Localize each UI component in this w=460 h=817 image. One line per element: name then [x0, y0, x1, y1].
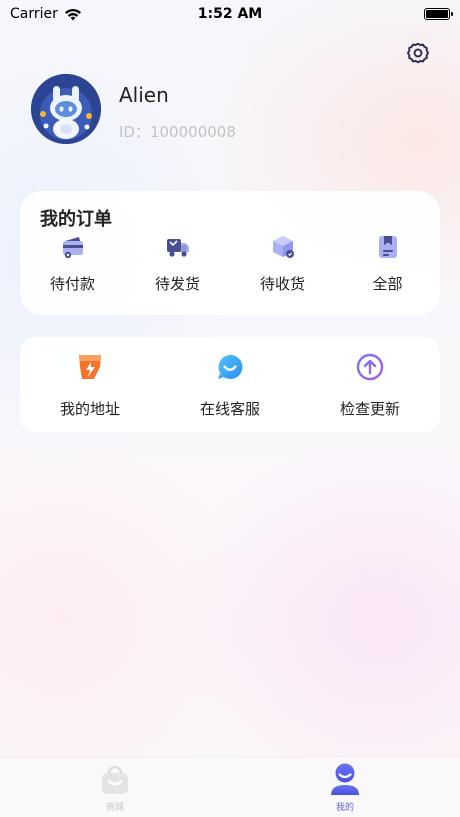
tab-bar: 商城 我的	[0, 756, 460, 817]
package-icon	[269, 233, 297, 261]
document-icon	[374, 233, 402, 261]
carrier-label: Carrier	[10, 6, 58, 22]
order-label: 待发货	[154, 275, 200, 293]
tools-card: 我的地址 在线客服 检查更新	[20, 337, 440, 432]
tool-items: 我的地址 在线客服 检查更新	[20, 351, 440, 419]
status-bar: Carrier 1:52 AM	[0, 0, 460, 28]
wifi-icon	[64, 8, 81, 20]
avatar[interactable]	[31, 74, 101, 144]
update-arrow-icon	[354, 351, 386, 383]
tab-label: 我的	[335, 803, 354, 813]
order-items: 待付款 待发货 待收货 全部	[20, 233, 440, 294]
tab-mine[interactable]: 我的	[230, 757, 460, 817]
order-item-all[interactable]: 全部	[335, 233, 440, 294]
avatar-mascot-image	[31, 74, 101, 144]
tool-item-check-update[interactable]: 检查更新	[300, 351, 440, 419]
chat-icon	[214, 351, 246, 383]
person-icon	[331, 763, 359, 795]
truck-icon	[164, 233, 192, 261]
order-label: 待收货	[259, 275, 305, 293]
orders-card: 我的订单 待付款 待发货 待收货 全部	[20, 191, 440, 315]
order-item-pending-shipment[interactable]: 待发货	[125, 233, 230, 294]
gear-icon	[406, 42, 430, 64]
orders-title: 我的订单	[40, 209, 112, 230]
order-label: 全部	[372, 275, 403, 293]
tool-item-address[interactable]: 我的地址	[20, 351, 160, 419]
user-id: ID：100000008	[119, 123, 236, 141]
tool-label: 我的地址	[59, 400, 120, 418]
address-icon	[74, 351, 106, 383]
settings-button[interactable]	[403, 38, 433, 68]
shopping-bag-icon	[102, 765, 128, 794]
tool-item-customer-service[interactable]: 在线客服	[160, 351, 300, 419]
username: Alien	[119, 83, 169, 107]
battery-icon	[424, 8, 453, 20]
tool-label: 在线客服	[199, 400, 260, 418]
status-left: Carrier	[10, 6, 82, 22]
wallet-icon	[59, 233, 87, 261]
order-item-pending-receipt[interactable]: 待收货	[230, 233, 335, 294]
order-item-pending-payment[interactable]: 待付款	[20, 233, 125, 294]
tool-label: 检查更新	[339, 400, 400, 418]
tab-mall[interactable]: 商城	[0, 757, 230, 817]
order-label: 待付款	[49, 275, 95, 293]
tab-label: 商城	[105, 803, 124, 813]
